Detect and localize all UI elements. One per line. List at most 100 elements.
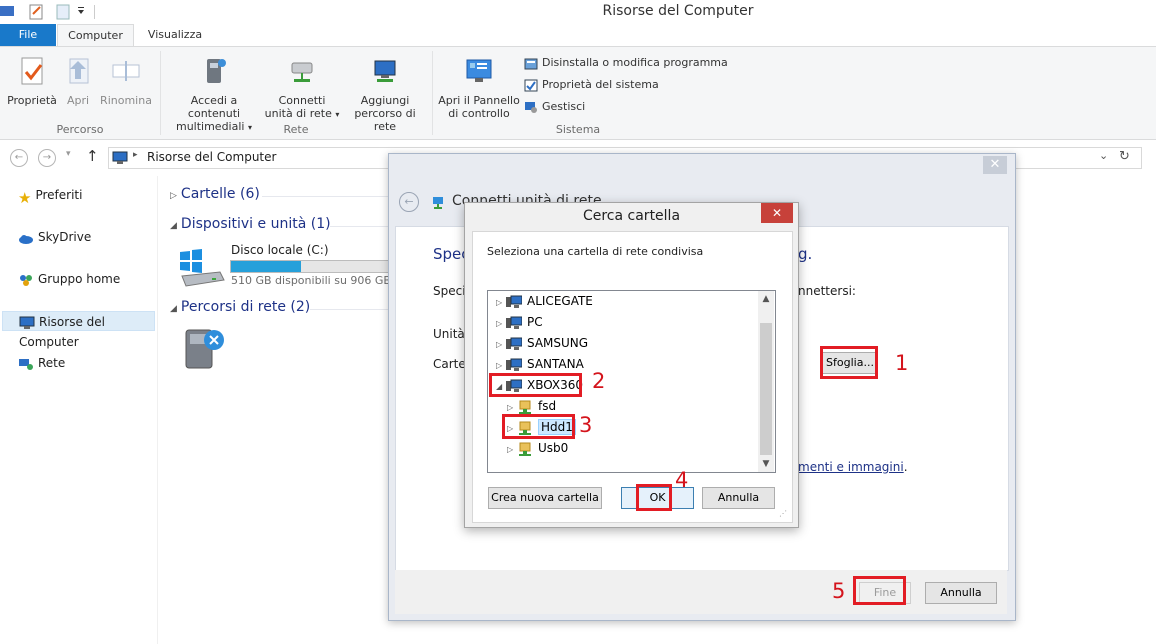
- tree-node-alicegate[interactable]: ▷ ALICEGATE: [496, 291, 593, 311]
- rename-label: Rinomina: [100, 94, 152, 107]
- network-drive-icon: [433, 197, 443, 209]
- scroll-down-icon[interactable]: ▼: [758, 456, 774, 472]
- nav-label: SkyDrive: [38, 230, 92, 244]
- breadcrumb[interactable]: Risorse del Computer: [147, 150, 276, 164]
- drive-usage-bar: [230, 260, 390, 273]
- add-network-location-button[interactable]: Aggiungi percorso di rete: [342, 55, 428, 133]
- nav-label: Gruppo home: [38, 272, 121, 286]
- rename-icon: [112, 61, 140, 81]
- section-folders[interactable]: ▷ Cartelle (6): [170, 186, 260, 202]
- back-arrow-icon: ←: [14, 152, 24, 163]
- scroll-up-icon[interactable]: ▲: [758, 291, 774, 307]
- section-label: Dispositivi e unità (1): [180, 216, 331, 232]
- tab-view[interactable]: Visualizza: [140, 24, 210, 46]
- scrollbar-thumb[interactable]: [760, 323, 772, 455]
- browse-close-button[interactable]: ✕: [761, 203, 793, 223]
- up-arrow-icon[interactable]: ↑: [86, 147, 99, 165]
- computer-icon: [19, 316, 35, 329]
- tree-label: Usb0: [538, 441, 569, 455]
- recent-locations-icon[interactable]: ▾: [66, 149, 71, 159]
- tab-file[interactable]: File: [0, 24, 56, 46]
- drive-space: 510 GB disponibili su 906 GB: [231, 274, 391, 287]
- expand-arrow-icon: ▷: [496, 298, 503, 307]
- network-icon: [19, 358, 33, 370]
- browse-instruction: Seleziona una cartella di rete condivisa: [487, 245, 704, 258]
- network-drive-icon[interactable]: [180, 324, 230, 374]
- computer-icon: [506, 295, 522, 308]
- annotation-number-1: 1: [895, 351, 909, 375]
- tree-node-pc[interactable]: ▷ PC: [496, 312, 543, 332]
- rename-button[interactable]: Rinomina: [98, 55, 154, 107]
- uninstall-program-button[interactable]: Disinstalla o modifica programma: [524, 55, 728, 71]
- address-dropdown-icon[interactable]: ⌄: [1099, 149, 1108, 162]
- map-network-drive-button[interactable]: Connetti unità di rete ▾: [264, 55, 340, 121]
- nav-item-favorites[interactable]: ★ Preferiti: [18, 185, 82, 207]
- close-icon: ✕: [771, 206, 783, 220]
- back-button[interactable]: ←: [10, 149, 28, 167]
- control-panel-icon: [466, 59, 492, 82]
- expand-arrow-icon: ▷: [170, 191, 177, 201]
- drive-name: Disco locale (C:): [231, 243, 329, 257]
- tree-scrollbar[interactable]: ▲ ▼: [758, 291, 774, 472]
- refresh-icon[interactable]: ↻: [1119, 149, 1130, 164]
- wizard-instruction-end: nnettersi:: [798, 284, 856, 298]
- section-network-locations[interactable]: ◢ Percorsi di rete (2): [170, 299, 310, 315]
- system-properties-button[interactable]: Proprietà del sistema: [524, 77, 659, 93]
- section-divider: [330, 226, 388, 227]
- section-divider: [310, 309, 388, 310]
- annotation-number-4: 4: [675, 468, 689, 492]
- section-label: Cartelle (6): [180, 186, 260, 202]
- collapse-arrow-icon: ◢: [170, 221, 177, 231]
- wizard-back-button[interactable]: ←: [399, 192, 419, 212]
- tree-node-fsd[interactable]: ▷ fsd: [507, 396, 556, 416]
- forward-button[interactable]: →: [38, 149, 56, 167]
- media-access-label-1: Accedi a contenuti: [187, 94, 241, 120]
- resize-grip-icon[interactable]: ⋰: [779, 509, 787, 518]
- tree-node-santana[interactable]: ▷ SANTANA: [496, 354, 584, 374]
- new-folder-button[interactable]: Crea nuova cartella: [488, 487, 602, 509]
- browse-cancel-button[interactable]: Annulla: [702, 487, 775, 509]
- drive-usage-fill: [231, 261, 301, 272]
- ribbon-tabs: File Computer Visualizza: [0, 24, 1156, 48]
- system-properties-icon: [524, 79, 538, 91]
- nav-item-skydrive[interactable]: SkyDrive: [18, 227, 91, 247]
- tree-node-usb0[interactable]: ▷ Usb0: [507, 438, 568, 458]
- control-panel-button[interactable]: Apri il Pannello di controllo: [438, 55, 520, 120]
- shared-folder-icon: [519, 442, 531, 456]
- section-devices[interactable]: ◢ Dispositivi e unità (1): [170, 216, 331, 232]
- group-label-rete: Rete: [283, 123, 309, 136]
- title-bar: Risorse del Computer: [0, 0, 1156, 24]
- wizard-cancel-button[interactable]: Annulla: [925, 582, 997, 604]
- local-disk-item[interactable]: Disco locale (C:) 510 GB disponibili su …: [176, 243, 391, 294]
- ribbon: Proprietà Apri Rinomina Percorso Accedi …: [0, 46, 1156, 140]
- annotation-box-3: [502, 414, 575, 439]
- tree-node-samsung[interactable]: ▷ SAMSUNG: [496, 333, 588, 353]
- breadcrumb-arrow-icon: ▸: [133, 150, 138, 160]
- pane-divider: [157, 176, 158, 644]
- annotation-box-5: [853, 576, 906, 605]
- system-properties-label: Proprietà del sistema: [542, 78, 659, 91]
- annotation-box-4: [636, 484, 672, 511]
- nav-item-homegroup[interactable]: Gruppo home: [18, 269, 120, 289]
- homegroup-icon: [20, 274, 32, 286]
- section-divider: [262, 196, 388, 197]
- collapse-arrow-icon: ◢: [170, 304, 177, 314]
- library-link[interactable]: menti e immagini: [798, 460, 904, 474]
- manage-button[interactable]: Gestisci: [524, 99, 585, 115]
- nav-item-network[interactable]: Rete: [18, 353, 65, 373]
- uninstall-label: Disinstalla o modifica programma: [542, 56, 728, 69]
- properties-button[interactable]: Proprietà: [4, 55, 60, 107]
- close-button[interactable]: ✕: [983, 156, 1007, 174]
- annotation-box-1: [820, 346, 878, 379]
- properties-label: Proprietà: [7, 94, 57, 107]
- nav-item-computer[interactable]: Risorse del Computer: [2, 311, 155, 349]
- manage-label: Gestisci: [542, 100, 586, 113]
- expand-arrow-icon: ▷: [507, 445, 514, 454]
- add-location-label-1: Aggiungi: [360, 94, 410, 107]
- annotation-number-3: 3: [579, 413, 593, 437]
- back-arrow-icon: ←: [404, 195, 414, 208]
- map-drive-label-1: Connetti: [278, 94, 326, 107]
- map-drive-label-2: unità di rete: [264, 107, 332, 120]
- tab-computer[interactable]: Computer: [57, 24, 134, 48]
- open-button[interactable]: Apri: [62, 55, 94, 107]
